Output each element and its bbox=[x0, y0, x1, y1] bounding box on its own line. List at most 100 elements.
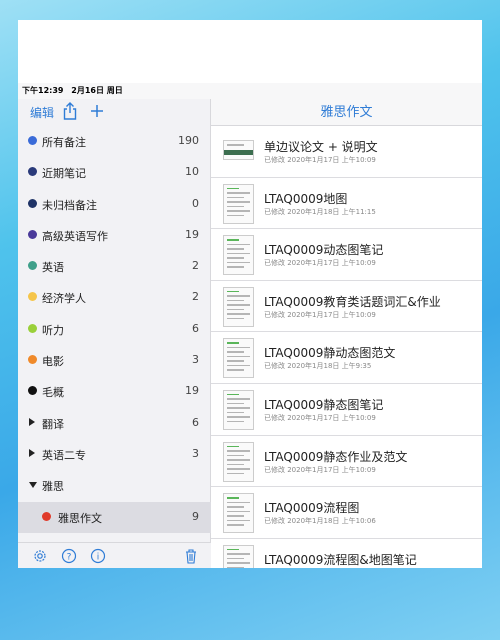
disclosure-right-icon[interactable] bbox=[29, 448, 35, 457]
share-icon[interactable] bbox=[62, 101, 78, 121]
sidebar-item-label: 高级英语写作 bbox=[42, 229, 108, 243]
sidebar-item[interactable]: 电影 3 bbox=[18, 345, 211, 376]
color-dot-icon bbox=[28, 261, 37, 271]
sidebar-item[interactable]: 近期笔记 10 bbox=[18, 157, 211, 188]
note-thumbnail bbox=[223, 140, 254, 160]
note-list-item[interactable]: LTAQ0009静动态图范文 已修改 2020年1月18日 上午9:35 bbox=[211, 332, 482, 384]
note-thumbnail bbox=[223, 544, 254, 568]
sidebar-item-label: 翻译 bbox=[42, 417, 64, 431]
note-thumbnail bbox=[223, 389, 254, 430]
sidebar-item-label: 毛概 bbox=[42, 386, 64, 400]
note-title: LTAQ0009流程图 bbox=[264, 501, 360, 516]
note-list: 单边议论文 + 说明文 已修改 2020年1月17日 上午10:09 LTAQ000… bbox=[211, 126, 482, 568]
note-list-item[interactable]: LTAQ0009流程图 已修改 2020年1月18日 上午10:06 bbox=[211, 487, 482, 539]
note-title: LTAQ0009静态作业及范文 bbox=[264, 449, 408, 464]
note-list-item[interactable]: 单边议论文 + 说明文已修改 2020年1月17日 上午10:09 bbox=[211, 126, 482, 178]
disclosure-down-icon[interactable] bbox=[29, 482, 37, 489]
sidebar-item-label: 英语二专 bbox=[42, 448, 86, 462]
sidebar-item[interactable]: 雅思作文 9 bbox=[18, 501, 211, 533]
sidebar-item[interactable]: 高级英语写作 19 bbox=[18, 220, 211, 251]
top-blank-area bbox=[18, 20, 482, 83]
info-icon[interactable]: i bbox=[90, 548, 106, 564]
note-thumbnail bbox=[223, 493, 254, 534]
note-list-item[interactable]: LTAQ0009动态图笔记 已修改 2020年1月17日 上午10:09 bbox=[211, 229, 482, 281]
color-dot-icon bbox=[28, 167, 37, 177]
sidebar-item[interactable]: 英语二专 3 bbox=[18, 439, 211, 470]
plus-icon[interactable] bbox=[88, 101, 106, 121]
status-date: 2月16日 周日 bbox=[71, 86, 123, 95]
sidebar-item-count: 3 bbox=[192, 446, 199, 460]
sidebar-item[interactable]: 所有备注 190 bbox=[18, 126, 211, 157]
sidebar-item[interactable]: 毛概 19 bbox=[18, 376, 211, 407]
sidebar-bottom-bar: ? i bbox=[18, 542, 211, 568]
note-thumbnail bbox=[223, 441, 254, 482]
note-list-item[interactable]: LTAQ0009地图 已修改 2020年1月18日 上午11:15 bbox=[211, 178, 482, 230]
gear-icon[interactable] bbox=[32, 548, 48, 564]
note-thumbnail bbox=[223, 183, 254, 224]
note-modified-date: 已修改 2020年1月17日 上午10:09 bbox=[264, 310, 376, 319]
sidebar-item-label: 经济学人 bbox=[42, 292, 86, 306]
disclosure-right-icon[interactable] bbox=[29, 417, 35, 426]
sidebar-item-count: 2 bbox=[192, 290, 199, 304]
note-modified-date: 已修改 2020年1月17日 上午10:09 bbox=[264, 413, 376, 422]
trash-icon[interactable] bbox=[184, 548, 198, 564]
note-list-item[interactable]: LTAQ0009静态图笔记 已修改 2020年1月17日 上午10:09 bbox=[211, 384, 482, 436]
sidebar-item-count: 6 bbox=[192, 321, 199, 335]
note-list-pane: 雅思作文 单边议论文 + 说明文 已修改 2020年1月17日 上午10:09 LT… bbox=[211, 99, 482, 568]
sidebar-item-count: 10 bbox=[185, 165, 199, 179]
help-icon[interactable]: ? bbox=[61, 548, 77, 564]
note-title: LTAQ0009静态图笔记 bbox=[264, 397, 384, 412]
note-title: LTAQ0009教育类话题词汇&作业 bbox=[264, 294, 441, 309]
edit-button[interactable]: 编辑 bbox=[30, 104, 54, 121]
sidebar-item-count: 0 bbox=[192, 196, 199, 210]
svg-text:i: i bbox=[97, 553, 100, 563]
color-dot-icon bbox=[42, 511, 51, 521]
sidebar-item-count: 19 bbox=[185, 384, 199, 398]
sidebar-item[interactable]: 雅思 bbox=[18, 470, 211, 501]
note-title: LTAQ0009地图 bbox=[264, 191, 348, 206]
sidebar: 编辑 所有备注 190 近期笔记 10 未归档备注 0 高级英语写作 19 英语 2 经济学人 2 听力… bbox=[18, 99, 211, 568]
sidebar-item-label: 未归档备注 bbox=[42, 198, 97, 212]
sidebar-item-count: 6 bbox=[192, 415, 199, 429]
note-list-item[interactable]: LTAQ0009流程图&地图笔记已修改 2020年1月17日 上午10:09 bbox=[211, 539, 482, 568]
color-dot-icon bbox=[28, 292, 37, 302]
page-title: 雅思作文 bbox=[211, 99, 482, 126]
sidebar-item[interactable]: 翻译 6 bbox=[18, 408, 211, 439]
sidebar-item[interactable]: 听力 6 bbox=[18, 314, 211, 345]
sidebar-item-label: 近期笔记 bbox=[42, 167, 86, 181]
sidebar-item[interactable]: 经济学人 2 bbox=[18, 282, 211, 313]
sidebar-item-label: 听力 bbox=[42, 323, 64, 337]
status-time: 下午12:39 bbox=[22, 86, 64, 95]
sidebar-item-count: 2 bbox=[192, 259, 199, 273]
status-bar: 下午12:39 2月16日 周日 bbox=[18, 83, 482, 99]
note-list-item[interactable]: LTAQ0009静态作业及范文 已修改 2020年1月17日 上午10:09 bbox=[211, 436, 482, 488]
sidebar-item-label: 英语 bbox=[42, 261, 64, 275]
color-dot-icon bbox=[28, 136, 37, 145]
color-dot-icon bbox=[28, 323, 37, 333]
note-modified-date: 已修改 2020年1月17日 上午10:09 bbox=[264, 465, 376, 474]
sidebar-item-count: 19 bbox=[185, 227, 199, 241]
note-title: 单边议论文 + 说明文 bbox=[264, 140, 378, 154]
note-title: LTAQ0009动态图笔记 bbox=[264, 243, 384, 258]
note-modified-date: 已修改 2020年1月18日 上午11:15 bbox=[264, 207, 376, 216]
sidebar-item-label: 电影 bbox=[42, 355, 64, 369]
note-title: LTAQ0009静动态图范文 bbox=[264, 346, 396, 361]
app-window: 下午12:39 2月16日 周日 编辑 所有备注 190 近期笔记 10 未归档备注 0 高… bbox=[18, 20, 482, 568]
color-dot-icon bbox=[28, 355, 37, 365]
sidebar-item[interactable]: 未归档备注 0 bbox=[18, 189, 211, 220]
sidebar-item-count: 190 bbox=[178, 134, 199, 147]
note-thumbnail bbox=[223, 338, 254, 379]
note-title: LTAQ0009流程图&地图笔记 bbox=[264, 552, 417, 567]
sidebar-item-count: 3 bbox=[192, 353, 199, 367]
note-thumbnail bbox=[223, 286, 254, 327]
svg-text:?: ? bbox=[67, 553, 72, 563]
sidebar-toolbar: 编辑 bbox=[18, 99, 210, 126]
note-modified-date: 已修改 2020年1月17日 上午10:09 bbox=[264, 259, 376, 268]
sidebar-list: 所有备注 190 近期笔记 10 未归档备注 0 高级英语写作 19 英语 2 经济学人 2 听力 6 电影… bbox=[18, 126, 211, 564]
color-dot-icon bbox=[28, 198, 37, 208]
sidebar-item[interactable]: 英语 2 bbox=[18, 251, 211, 282]
note-list-item[interactable]: LTAQ0009教育类话题词汇&作业 已修改 2020年1月17日 上午10:09 bbox=[211, 281, 482, 333]
note-modified-date: 已修改 2020年1月17日 上午10:09 bbox=[264, 156, 376, 164]
note-modified-date: 已修改 2020年1月18日 上午9:35 bbox=[264, 362, 372, 371]
note-modified-date: 已修改 2020年1月18日 上午10:06 bbox=[264, 517, 376, 526]
